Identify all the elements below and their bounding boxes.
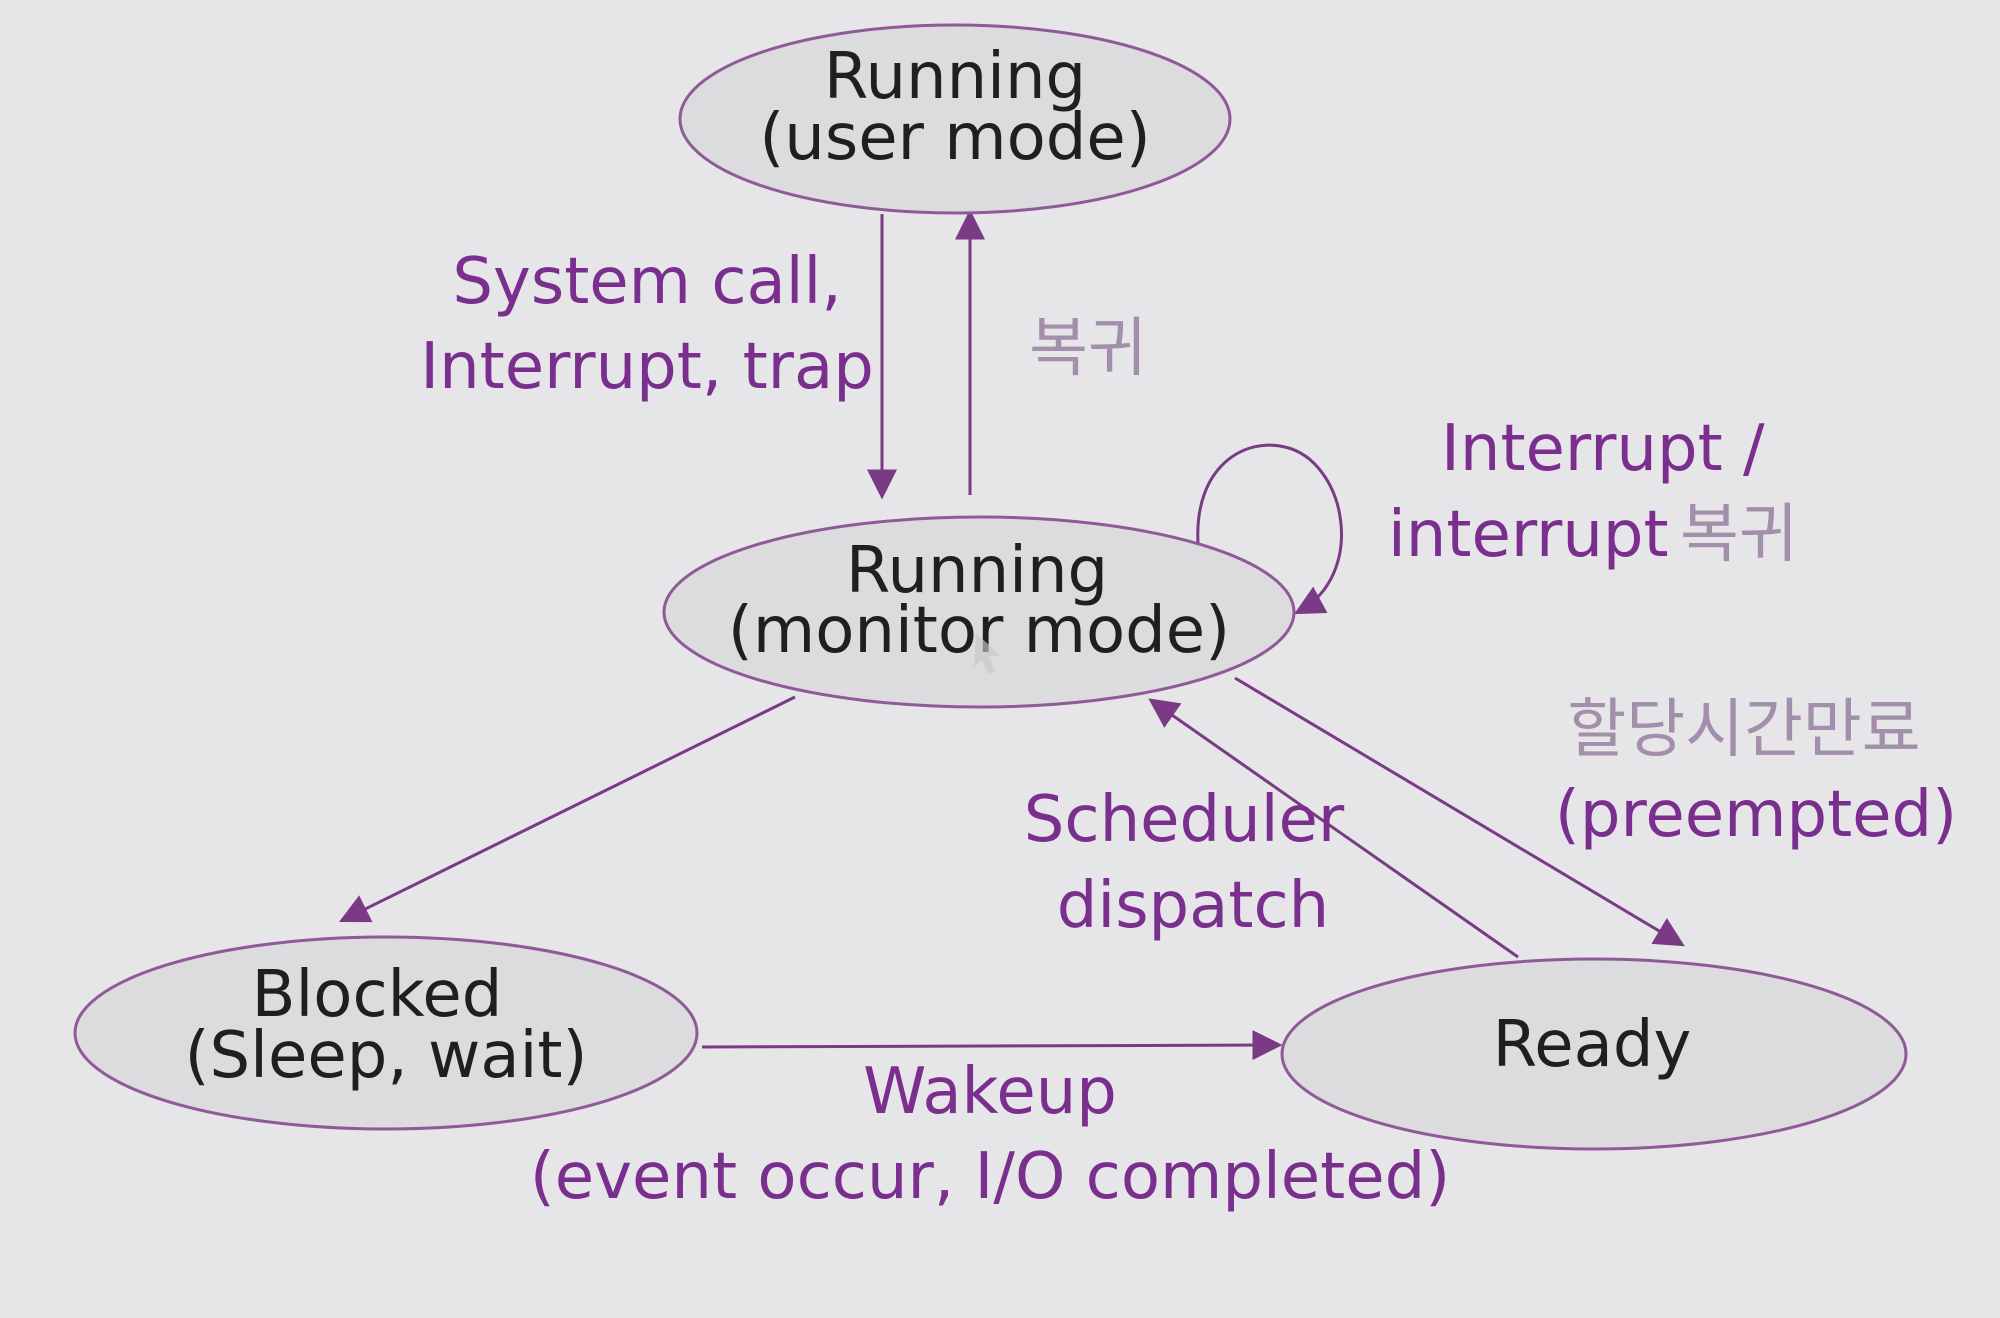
preempted-korean-label: 할당시간만료 (1567, 693, 1920, 767)
interrupt-loop-label-line1: Interrupt / (1441, 412, 1765, 486)
ready-title: Ready (1493, 1008, 1692, 1082)
wakeup-label-line1: Wakeup (863, 1055, 1117, 1129)
state-blocked: Blocked (Sleep, wait) (73, 935, 699, 1131)
state-diagram-svg: Running (user mode) Running (monitor mod… (73, 23, 1957, 1214)
running-user-mode: (user mode) (759, 101, 1150, 175)
wakeup-label-line2: (event occur, I/O completed) (530, 1140, 1450, 1214)
process-state-diagram: Running (user mode) Running (monitor mod… (0, 0, 2000, 1318)
scheduler-dispatch-label-line2: dispatch (1057, 869, 1329, 943)
scheduler-dispatch-label-line1: Scheduler (1024, 783, 1345, 857)
preempted-label: (preempted) (1555, 778, 1957, 852)
state-running-user: Running (user mode) (678, 23, 1232, 215)
system-call-label-line1: System call, (452, 245, 841, 319)
interrupt-loop-label-line2-ko: 복귀 (1680, 498, 1798, 572)
edge-blocked-to-ready (701, 1030, 1283, 1061)
interrupt-loop-label-line2-en: interrupt (1388, 498, 1669, 572)
state-running-monitor: Running (monitor mode) (662, 515, 1296, 709)
return-user-label: 복귀 (1029, 312, 1147, 386)
system-call-label-line2: Interrupt, trap (420, 330, 874, 404)
state-ready: Ready (1280, 957, 1908, 1151)
edge-monitor-to-blocked (338, 695, 796, 923)
blocked-detail: (Sleep, wait) (185, 1019, 588, 1093)
